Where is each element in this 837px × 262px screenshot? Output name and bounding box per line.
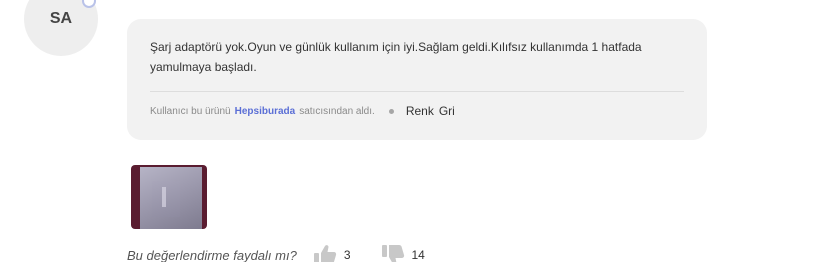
variant-value: Gri	[438, 104, 455, 118]
dislike-count: 14	[411, 248, 425, 262]
avatar: SA	[24, 0, 98, 56]
dislike-button[interactable]: 14	[381, 244, 425, 262]
helpful-vote-row: Bu değerlendirme faydalı mı? 3 14	[127, 243, 425, 262]
avatar-initials: SA	[49, 10, 73, 27]
review-text: Şarj adaptörü yok.Oyun ve günlük kullanı…	[150, 40, 642, 74]
product-box-logo	[162, 187, 166, 207]
product-box-inner	[152, 181, 180, 217]
review-item: SA Şarj adaptörü yok.Oyun ve günlük kull…	[0, 0, 837, 262]
like-button[interactable]: 3	[313, 244, 351, 262]
purchase-prefix: Kullanıcı bu ürünü	[150, 105, 231, 117]
variant-label: Renk	[405, 104, 434, 118]
thumbs-down-icon	[381, 244, 405, 262]
purchase-suffix: satıcısından aldı.	[299, 105, 375, 117]
purchase-info: Kullanıcı bu ürünü Hepsiburada satıcısın…	[150, 102, 455, 120]
seller-link[interactable]: Hepsiburada	[235, 106, 296, 117]
review-card: Şarj adaptörü yok.Oyun ve günlük kullanı…	[127, 19, 707, 140]
meta-separator-dot	[388, 108, 394, 114]
review-divider	[150, 91, 684, 92]
review-photo-thumbnail[interactable]	[131, 165, 207, 229]
thumbs-up-icon	[313, 244, 337, 262]
helpful-question: Bu değerlendirme faydalı mı?	[127, 247, 297, 262]
like-count: 3	[343, 248, 351, 262]
